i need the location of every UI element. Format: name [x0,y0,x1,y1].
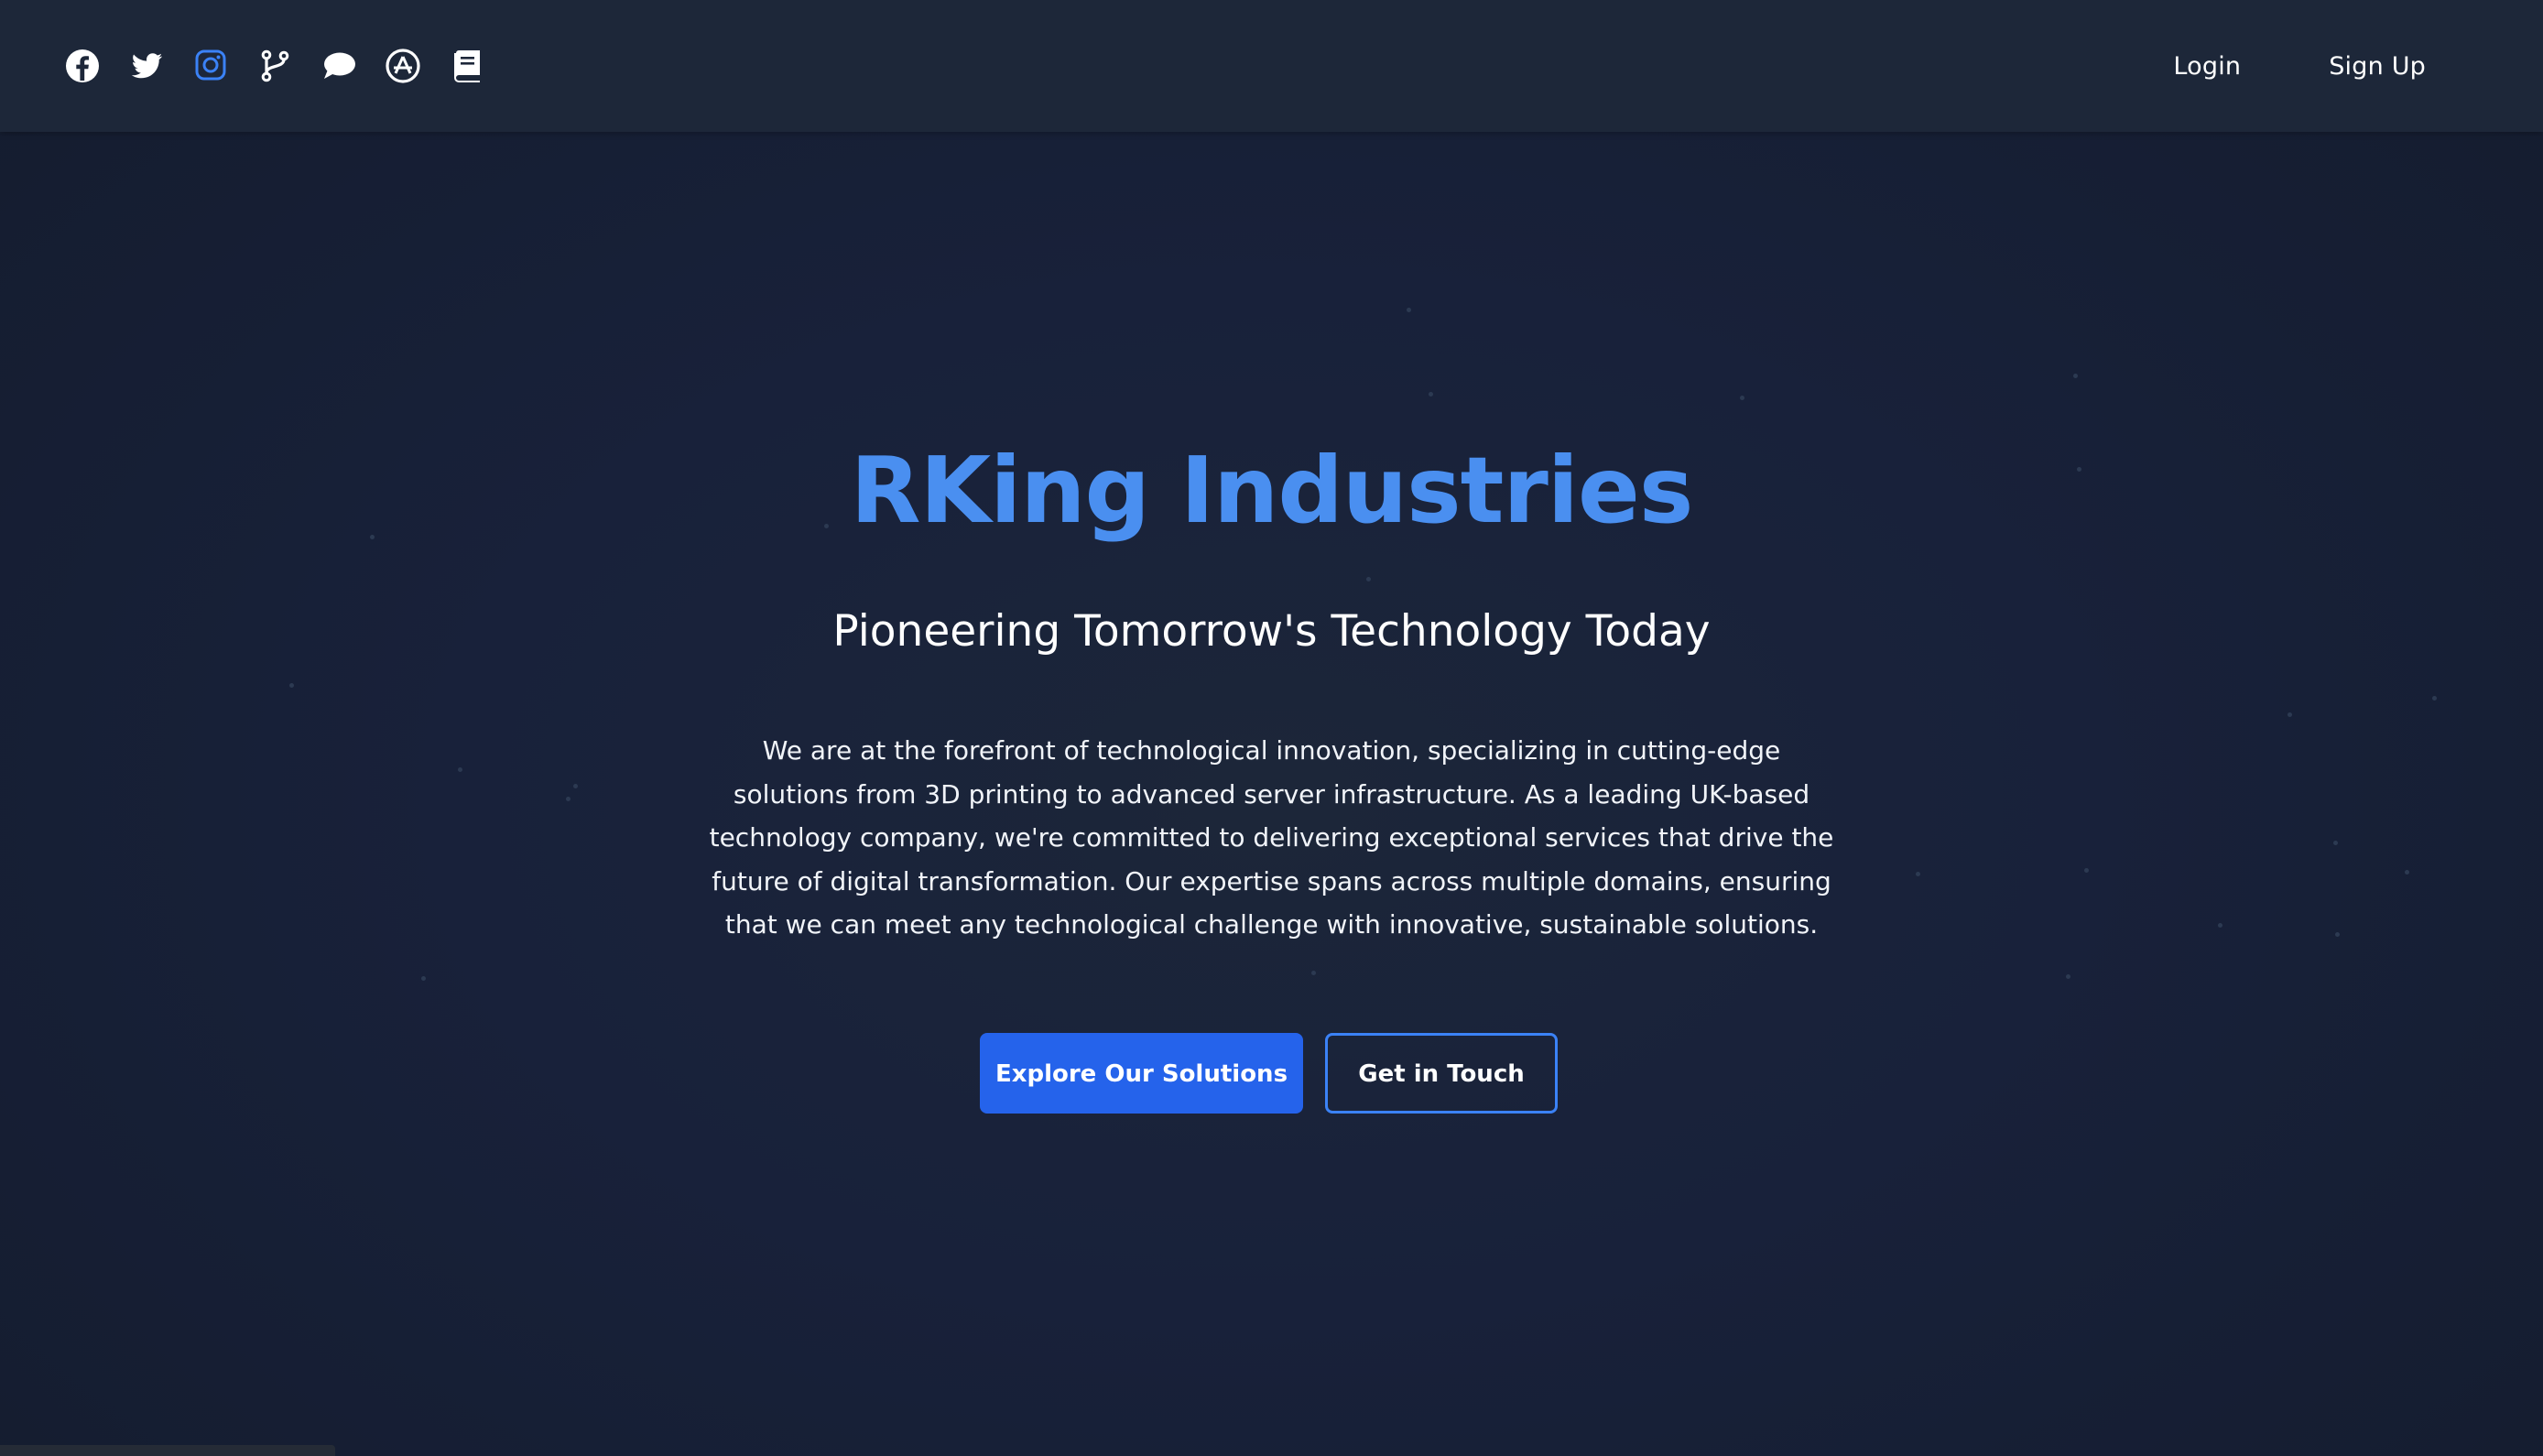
auth-nav: Login Sign Up [2173,44,2426,88]
background-particle [2333,841,2338,845]
background-particle [1916,872,1920,876]
background-particle [1429,392,1433,397]
background-particle [2405,870,2409,875]
signup-link[interactable]: Sign Up [2329,52,2426,81]
hero-actions: Explore Our Solutions Get in Touch [0,1033,2543,1114]
background-particle [2218,923,2222,928]
get-in-touch-button[interactable]: Get in Touch [1325,1033,1558,1114]
background-particle [1740,396,1744,400]
book-icon[interactable] [447,46,487,86]
background-particle [2066,974,2070,979]
top-navbar: Login Sign Up [0,0,2543,132]
background-particle [2073,374,2078,378]
background-particle [458,767,462,772]
background-particle [2335,932,2340,937]
login-link[interactable]: Login [2173,52,2241,81]
background-particle [1366,577,1371,581]
background-particle [1407,308,1411,312]
hero-subtitle: Pioneering Tomorrow's Technology Today [832,606,1711,657]
background-particle [2432,696,2437,701]
facebook-icon[interactable] [62,46,103,86]
status-bar [0,1445,335,1456]
twitter-icon[interactable] [126,46,167,86]
page-background: Login Sign Up RKing Industries Pioneerin… [0,0,2543,1456]
git-branch-icon[interactable] [255,46,295,86]
explore-solutions-button[interactable]: Explore Our Solutions [980,1033,1303,1114]
instagram-icon[interactable] [190,46,231,86]
hero-description: We are at the forefront of technological… [709,735,1834,940]
background-particle [566,797,571,801]
background-particle [1311,971,1316,975]
background-particle [2288,712,2292,717]
social-icons [62,46,487,86]
app-store-icon[interactable] [383,46,423,86]
chat-bubble-icon[interactable] [319,46,359,86]
background-particle [573,784,578,788]
background-particle [421,976,426,981]
hero-title: RKing Industries [850,437,1694,544]
background-particle [2084,868,2089,873]
background-particle [289,683,294,688]
